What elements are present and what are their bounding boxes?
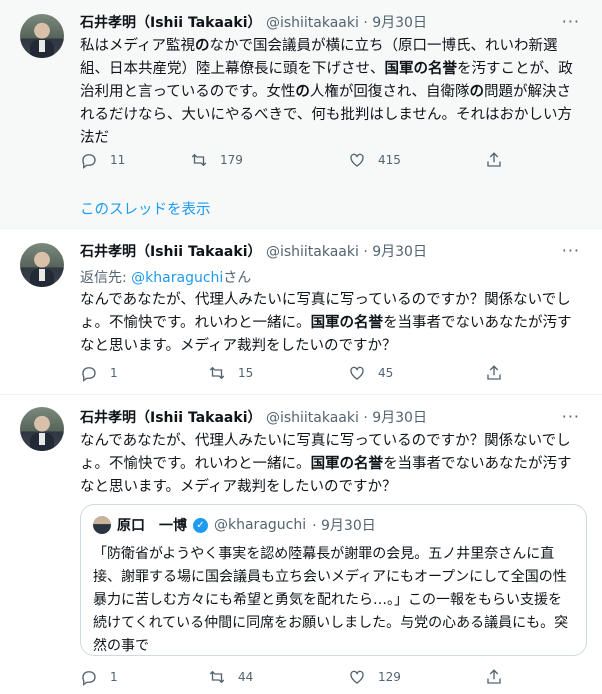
tweet-text: 私はメディア監視のなかで国会議員が横に立ち（原口一博氏、れいわ新選組、日本共産党… [80, 38, 573, 146]
quote-avatar [93, 516, 111, 534]
reply-button[interactable]: 11 [80, 151, 125, 169]
reply-icon [82, 671, 96, 686]
like-button[interactable]: 415 [348, 151, 401, 169]
like-count: 415 [378, 153, 401, 167]
heart-icon [350, 153, 364, 167]
author-name[interactable]: 石井孝明（Ishii Takaaki） [80, 244, 262, 260]
like-button[interactable]: 129 [348, 668, 401, 686]
tweet-text: なんであなたが、代理人みたいに写真に写っているのですか？関係ないでしょ。不愉快で… [80, 292, 572, 354]
author-handle[interactable]: @ishiitakaaki [266, 410, 359, 426]
reply-button[interactable]: 1 [80, 668, 118, 686]
avatar[interactable] [20, 243, 64, 287]
reply-count: 11 [110, 153, 126, 167]
retweet-icon [209, 670, 225, 684]
share-icon [487, 669, 501, 684]
author-name[interactable]: 石井孝明（Ishii Takaaki） [80, 410, 262, 426]
share-icon [487, 152, 501, 167]
avatar[interactable] [20, 14, 64, 58]
heart-icon [350, 366, 364, 380]
quote-header: 原口 一博 ✓ @kharaguchi · 9月30日 [93, 515, 376, 535]
reply-handle-link[interactable]: @kharaguchi [131, 270, 223, 286]
share-button[interactable] [485, 151, 503, 169]
retweet-count: 44 [238, 670, 254, 684]
reply-icon [82, 367, 96, 382]
share-button[interactable] [485, 668, 503, 686]
verified-badge-icon: ✓ [193, 517, 208, 533]
like-count: 129 [378, 670, 401, 684]
tweet-date[interactable]: · 9月30日 [363, 410, 427, 426]
retweet-icon [191, 153, 207, 167]
heart-icon [350, 670, 364, 684]
retweet-count: 15 [238, 366, 254, 380]
reply-button[interactable]: 1 [80, 364, 118, 382]
tweet-header: 石井孝明（Ishii Takaaki） @ishiitakaaki · 9月30… [80, 409, 427, 427]
reply-suffix: さん [223, 270, 252, 286]
tweet-text: なんであなたが、代理人みたいに写真に写っているのですか？関係ないでしょ。不愉快で… [80, 433, 572, 495]
author-handle[interactable]: @ishiitakaaki [266, 15, 359, 31]
like-button[interactable]: 45 [348, 364, 393, 382]
tweet-2[interactable]: 石井孝明（Ishii Takaaki） @ishiitakaaki · 9月30… [0, 229, 602, 394]
author-name[interactable]: 石井孝明（Ishii Takaaki） [80, 15, 262, 31]
reply-context: 返信先: @kharaguchiさん [80, 267, 251, 287]
reply-count: 1 [110, 670, 118, 684]
avatar[interactable] [20, 407, 64, 451]
share-icon [487, 365, 501, 380]
tweet-header: 石井孝明（Ishii Takaaki） @ishiitakaaki · 9月30… [80, 243, 427, 261]
retweet-button[interactable]: 179 [190, 151, 243, 169]
tweet-3[interactable]: 石井孝明（Ishii Takaaki） @ishiitakaaki · 9月30… [0, 395, 602, 694]
tweet-date[interactable]: · 9月30日 [363, 244, 427, 260]
more-icon[interactable]: ··· [562, 12, 580, 31]
reply-icon [82, 154, 96, 169]
quote-author-name: 原口 一博 [117, 518, 187, 534]
author-handle[interactable]: @ishiitakaaki [266, 244, 359, 260]
retweet-count: 179 [220, 153, 243, 167]
action-bar: 1 44 129 [80, 668, 510, 688]
tweet-1[interactable]: 石井孝明（Ishii Takaaki） @ishiitakaaki · 9月30… [0, 0, 602, 228]
action-bar: 1 15 45 [80, 364, 510, 384]
action-bar: 11 179 415 [80, 151, 510, 171]
share-button[interactable] [485, 364, 503, 382]
retweet-button[interactable]: 44 [208, 668, 253, 686]
like-count: 45 [378, 366, 394, 380]
reply-prefix: 返信先: [80, 270, 132, 286]
show-thread-link[interactable]: このスレッドを表示 [80, 198, 211, 219]
quoted-tweet[interactable]: 原口 一博 ✓ @kharaguchi · 9月30日 「防衛省がようやく事実を… [80, 504, 587, 656]
quote-author-handle: @kharaguchi [214, 517, 307, 533]
quote-date: · 9月30日 [312, 518, 376, 534]
retweet-icon [209, 366, 225, 380]
more-icon[interactable]: ··· [562, 241, 580, 260]
more-icon[interactable]: ··· [562, 407, 580, 426]
tweet-header: 石井孝明（Ishii Takaaki） @ishiitakaaki · 9月30… [80, 14, 427, 32]
quote-text: 「防衛省がようやく事実を認め陸幕長が謝罪の会見。五ノ井里奈さんに直接、謝罪する場… [93, 546, 569, 654]
tweet-date[interactable]: · 9月30日 [363, 15, 427, 31]
retweet-button[interactable]: 15 [208, 364, 253, 382]
reply-count: 1 [110, 366, 118, 380]
